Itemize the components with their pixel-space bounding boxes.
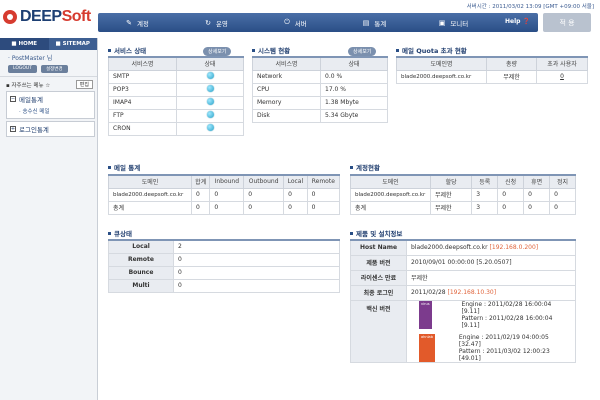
nav-operation[interactable]: ↻ 운영 <box>177 13 256 32</box>
table-row: Network 0.0 % <box>252 69 388 84</box>
user-icon: ✎ <box>126 18 132 27</box>
server-time: 서버시간 : 2011/03/02 13:09 [GMT +09:00 서울] <box>466 4 594 10</box>
quota-title: 메일 Quota 초과 현황 <box>396 45 467 55</box>
square-icon: ■ <box>11 41 17 47</box>
help-icon: ❓ <box>522 18 531 25</box>
table-row: Local 2 <box>108 239 340 254</box>
settings-button[interactable]: 설정변경 <box>40 65 68 73</box>
service-status-title: 서비스 상태 <box>108 45 146 55</box>
account-status-table: 도메인 할당 등록 신청 휴면 정지 blade2000.deepsoft.co.kr 무제… <box>350 174 576 215</box>
table-header: 도메인 할당 등록 신청 휴면 정지 <box>350 174 576 189</box>
help-link[interactable]: Help ❓ <box>505 18 530 25</box>
table-row: CRON <box>108 121 244 136</box>
vaccine-1-logo: virus <box>419 300 432 329</box>
bullet-icon: · <box>8 55 10 62</box>
vaccine-2: ahnlab Engine : 2011/02/19 04:00:05 [32.… <box>419 333 550 362</box>
sidebar-tabs: ■ HOME ■ SITEMAP <box>0 38 97 50</box>
menu-group-mail-stats: − 메일통계 · 송수신 메일 <box>6 91 95 119</box>
table-row: Multi 0 <box>108 278 340 293</box>
table-row: SMTP <box>108 69 244 84</box>
favorite-menu-label: ▪ 자주쓰는 메뉴 ☆ <box>6 82 51 89</box>
tab-home[interactable]: ■ HOME <box>0 38 49 50</box>
user-box: · PostMaster 님 LOGOUT 설정변경 <box>0 50 97 77</box>
account-status-title: 계정현황 <box>350 162 380 172</box>
square-icon: ■ <box>55 41 61 47</box>
vaccine-1: virus Engine : 2011/02/28 16:00:04 [9.11… <box>419 300 553 329</box>
service-status-table: 서비스명 상태 SMTP POP3 IMAP4 FTP CRON <box>108 56 244 136</box>
monitor-icon: ▣ <box>438 18 446 27</box>
table-row: 라이센스 만료 무제한 <box>350 269 576 286</box>
bullet-icon: · <box>19 109 21 115</box>
main-content: 서비스 상태 상세보기 서비스명 상태 SMTP POP3 IMAP4 FTP C… <box>98 38 600 400</box>
table-row: POP3 <box>108 82 244 97</box>
table-row: blade2000.deepsoft.co.kr 무제한 0 <box>396 69 588 84</box>
status-ok-icon <box>206 72 214 79</box>
bullet-icon: ▪ <box>6 82 10 89</box>
menu-group-login-stats: + 로그인통계 <box>6 121 95 137</box>
user-name: · PostMaster 님 <box>8 55 53 62</box>
table-row: 제품 버전 2010/09/01 00:00:00 [5.20.0507] <box>350 254 576 271</box>
tab-sitemap[interactable]: ■ SITEMAP <box>49 38 98 50</box>
favorite-menu-header: ▪ 자주쓰는 메뉴 ☆ 편집 <box>0 77 97 91</box>
sidebar: ■ HOME ■ SITEMAP · PostMaster 님 LOGOUT 설… <box>0 38 98 400</box>
service-detail-button[interactable]: 상세보기 <box>203 47 232 56</box>
user-buttons: LOGOUT 설정변경 <box>8 65 91 73</box>
queue-status-title: 큐상태 <box>108 228 132 238</box>
table-row: 총계 무제한 3 0 0 0 <box>350 200 576 215</box>
table-row: FTP <box>108 108 244 123</box>
top-bar: DEEPSoft 서버시간 : 2011/03/02 13:09 [GMT +0… <box>0 0 600 38</box>
refresh-icon: ↻ <box>205 18 211 27</box>
menu-head-mail-stats[interactable]: − 메일통계 <box>7 92 94 106</box>
table-row: Host Name blade2000.deepsoft.co.kr [192.1… <box>350 239 576 256</box>
table-row: 최종 로그인 2011/02/28 [192.168.10.30] <box>350 284 576 301</box>
menu-head-login-stats[interactable]: + 로그인통계 <box>7 122 94 136</box>
system-detail-button[interactable]: 상세보기 <box>348 47 377 56</box>
product-info-title: 제품 및 설치정보 <box>350 228 402 238</box>
table-row: Disk 5.34 Gbyte <box>252 108 388 123</box>
system-status-table: 서비스명 상태 Network 0.0 % CPU 17.0 % Memory 1.38… <box>252 56 388 123</box>
status-ok-icon <box>206 111 214 118</box>
mail-stats-table: 도메인 합계 Inbound Outbound Local Remote blade200… <box>108 174 341 215</box>
table-header: 서비스명 상태 <box>252 56 388 71</box>
main-nav: ✎ 계정 ↻ 운영 ⏻ 서버 ▤ 통계 ▣ 모니터 <box>98 13 538 32</box>
table-row: 백신 버전 virus Engine : 2011/02/28 16:00:04… <box>350 299 576 363</box>
table-row: Memory 1.38 Mbyte <box>252 95 388 110</box>
expand-icon[interactable]: + <box>10 126 16 132</box>
table-header: 도메인 합계 Inbound Outbound Local Remote <box>108 174 341 189</box>
product-info-table: Host Name blade2000.deepsoft.co.kr [192.1… <box>350 239 576 363</box>
quota-over-count[interactable]: 0 <box>536 69 588 84</box>
table-header: 도메인명 총량 초과 사용자 <box>396 56 588 71</box>
logo-mark-icon <box>3 10 17 24</box>
logo-text: DEEPSoft <box>20 8 91 25</box>
table-row: 총계 0 0 0 0 0 <box>108 200 341 215</box>
queue-status-table: Local 2 Remote 0 Bounce 0 Multi 0 <box>108 239 340 293</box>
table-row: Remote 0 <box>108 252 340 267</box>
nav-server[interactable]: ⏻ 서버 <box>256 13 335 32</box>
status-ok-icon <box>206 85 214 92</box>
table-row: blade2000.deepsoft.co.kr 0 0 0 0 0 <box>108 187 341 202</box>
status-ok-icon <box>206 124 214 131</box>
nav-statistics[interactable]: ▤ 통계 <box>335 13 414 32</box>
logout-button[interactable]: LOGOUT <box>8 65 37 73</box>
logo[interactable]: DEEPSoft <box>3 7 91 27</box>
collapse-icon[interactable]: − <box>10 96 16 102</box>
mail-stats-title: 메일 통계 <box>108 162 140 172</box>
nav-account[interactable]: ✎ 계정 <box>98 13 177 32</box>
nav-monitor[interactable]: ▣ 모니터 <box>414 13 493 32</box>
chart-icon: ▤ <box>362 18 370 27</box>
apply-button[interactable]: 적 용 <box>543 13 591 32</box>
favorite-edit-button[interactable]: 편집 <box>75 80 93 89</box>
vaccine-2-logo: ahnlab <box>419 333 435 362</box>
table-header: 서비스명 상태 <box>108 56 244 71</box>
star-icon: ☆ <box>45 82 51 89</box>
table-row: IMAP4 <box>108 95 244 110</box>
status-ok-icon <box>206 98 214 105</box>
table-row: CPU 17.0 % <box>252 82 388 97</box>
quota-table: 도메인명 총량 초과 사용자 blade2000.deepsoft.co.kr 무제한… <box>396 56 588 84</box>
menu-item-send-receive[interactable]: · 송수신 메일 <box>7 106 94 118</box>
power-icon: ⏻ <box>284 18 290 26</box>
table-row: Bounce 0 <box>108 265 340 280</box>
table-row: blade2000.deepsoft.co.kr 무제한 3 0 0 0 <box>350 187 576 202</box>
system-status-title: 시스템 현황 <box>252 45 290 55</box>
